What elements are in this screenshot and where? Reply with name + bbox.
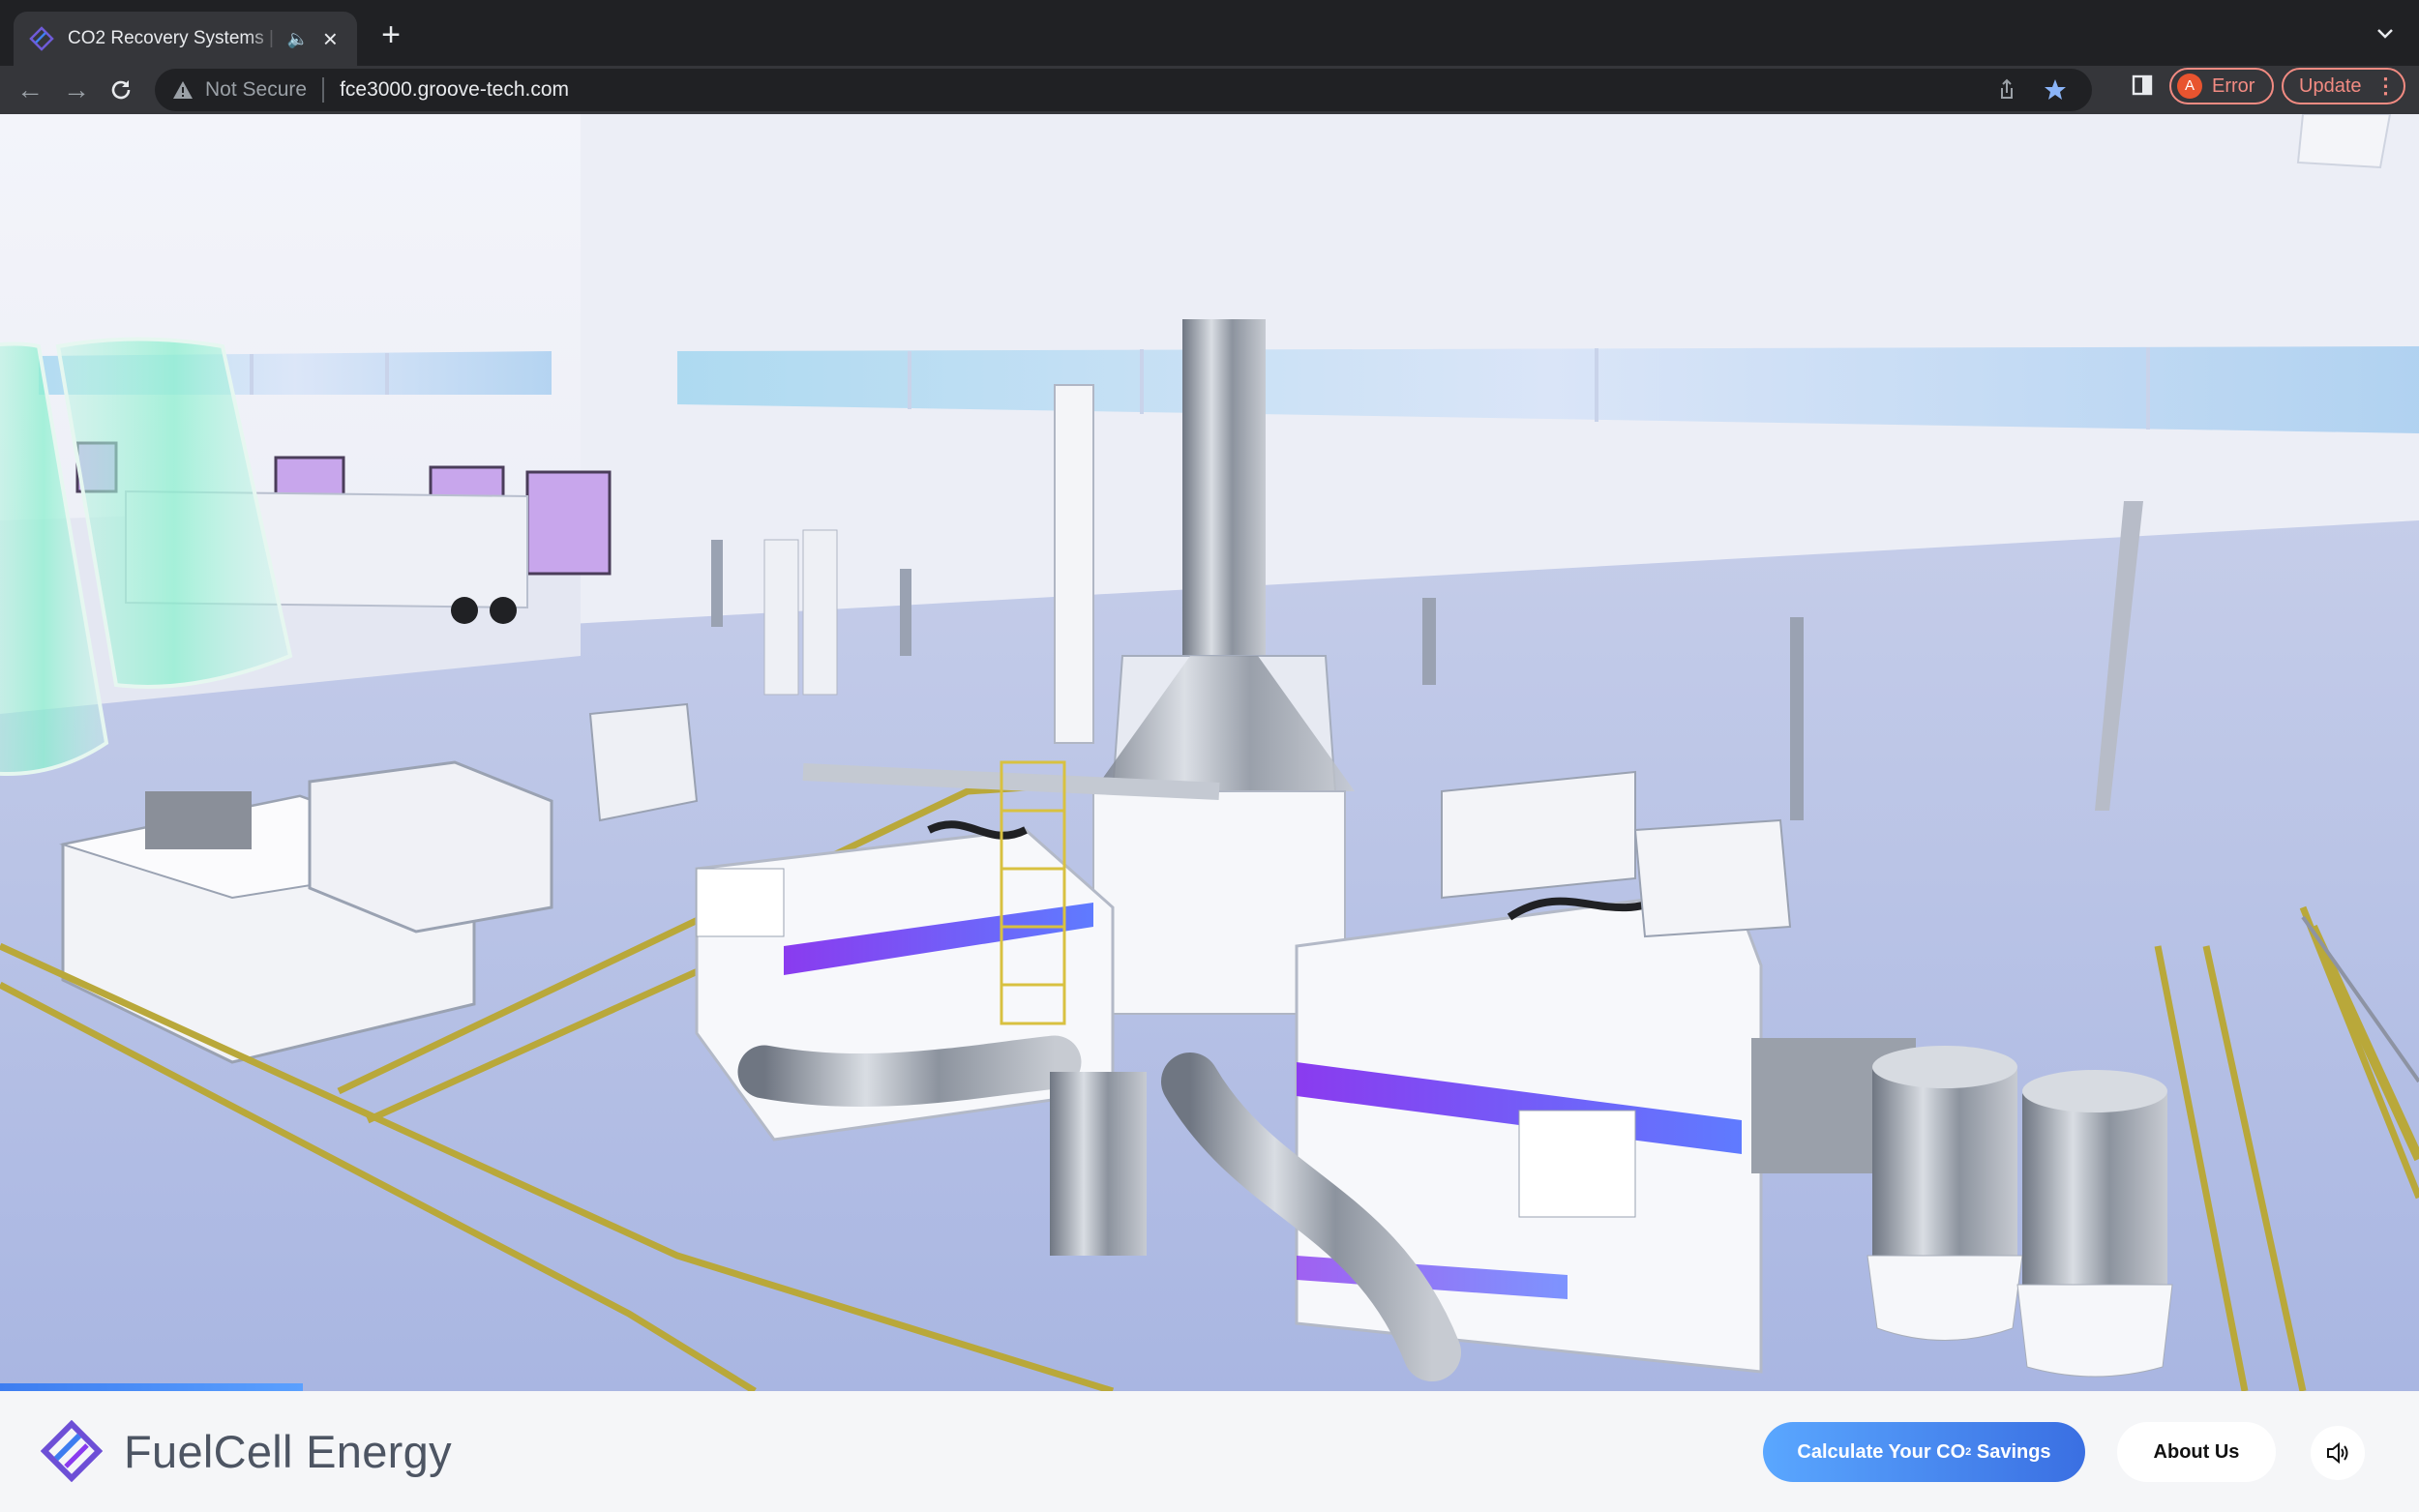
about-us-button[interactable]: About Us bbox=[2117, 1422, 2276, 1482]
speaker-icon bbox=[2327, 1441, 2348, 1465]
back-button[interactable]: ← bbox=[14, 74, 46, 106]
security-label: Not Secure bbox=[205, 78, 308, 101]
kebab-menu-icon[interactable]: ⋮ bbox=[2375, 74, 2397, 99]
brand-name: FuelCell Energy bbox=[124, 1425, 452, 1477]
tab-search-chevron-icon[interactable] bbox=[2373, 21, 2398, 46]
avatar: A bbox=[2177, 74, 2202, 99]
fuelcell-logo-icon bbox=[41, 1420, 103, 1482]
about-us-label: About Us bbox=[2153, 1440, 2240, 1463]
browser-toolbar: ← → Not Secure fce3000.groove-tech.com bbox=[0, 66, 2419, 114]
calculate-co2-savings-button[interactable]: Calculate Your CO 2 Savings bbox=[1763, 1422, 2085, 1482]
cta-text-before: Calculate Your CO bbox=[1797, 1440, 1966, 1463]
3d-scene-viewport[interactable] bbox=[0, 114, 2419, 1391]
update-button[interactable]: Update ⋮ bbox=[2282, 68, 2405, 104]
reload-icon[interactable] bbox=[108, 77, 134, 103]
browser-tab[interactable]: CO2 Recovery Systems | FuelCell Energy 🔈… bbox=[14, 12, 357, 66]
profile-button[interactable]: A Error bbox=[2169, 68, 2274, 104]
fuelcell-favicon-icon bbox=[29, 26, 54, 51]
cta-text-after: Savings bbox=[1971, 1440, 2051, 1463]
warning-icon[interactable] bbox=[172, 79, 194, 101]
site-footer-bar: FuelCell Energy Calculate Your CO 2 Savin… bbox=[0, 1391, 2419, 1512]
forward-button[interactable]: → bbox=[60, 74, 93, 106]
update-label: Update bbox=[2299, 74, 2362, 97]
side-panel-icon[interactable] bbox=[2131, 74, 2154, 97]
browser-tab-strip: CO2 Recovery Systems | FuelCell Energy 🔈… bbox=[0, 0, 2419, 66]
url-text[interactable]: fce3000.groove-tech.com bbox=[340, 78, 569, 102]
share-icon[interactable] bbox=[1993, 76, 2020, 104]
industrial-plant-scene[interactable] bbox=[0, 114, 2419, 1391]
profile-error-label: Error bbox=[2212, 74, 2255, 97]
tab-close-icon[interactable]: × bbox=[319, 26, 342, 51]
scene-load-progress bbox=[0, 1383, 2419, 1391]
brand-logo-link[interactable]: FuelCell Energy bbox=[41, 1420, 452, 1482]
tab-title: CO2 Recovery Systems | FuelCell Energy bbox=[68, 28, 279, 48]
scene-load-progress-fill bbox=[0, 1383, 303, 1391]
tab-audio-icon[interactable]: 🔈 bbox=[286, 29, 309, 49]
omnibox-divider bbox=[322, 77, 325, 103]
new-tab-button[interactable]: + bbox=[373, 17, 408, 52]
bookmark-star-icon[interactable] bbox=[2042, 76, 2069, 104]
address-bar[interactable]: Not Secure fce3000.groove-tech.com bbox=[155, 69, 2092, 111]
sound-toggle-button[interactable] bbox=[2311, 1426, 2365, 1480]
